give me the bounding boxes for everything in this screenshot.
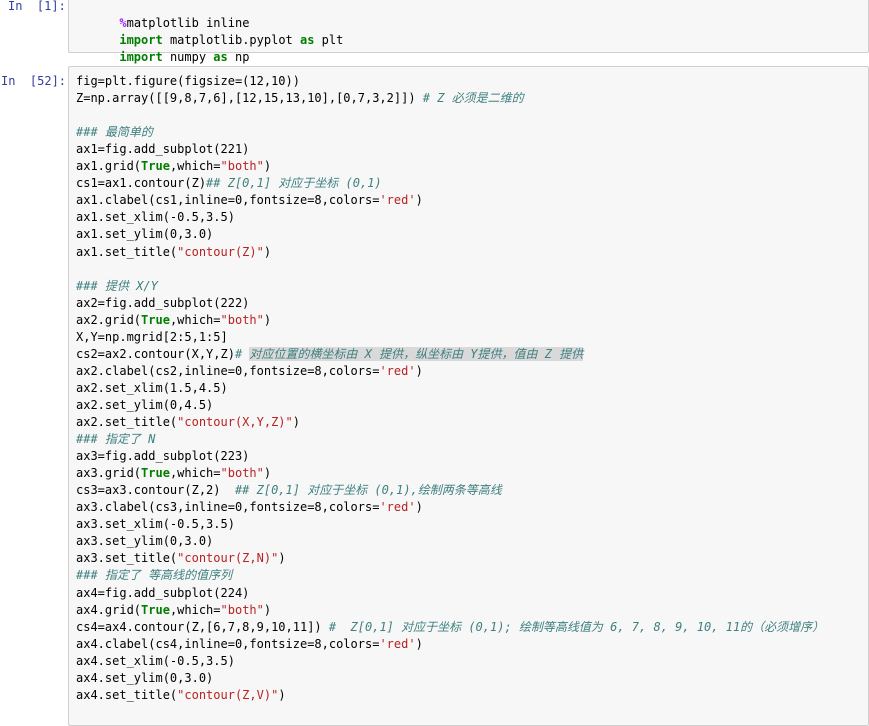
code-line: ax4.grid(True,which="both") [76, 602, 272, 617]
code-line: ax2.grid(True,which="both") [76, 312, 272, 327]
code-text: plt [314, 33, 344, 47]
code-line: ax2.set_ylim(0,4.5) [76, 397, 214, 412]
code-line: ax4.clabel(cs4,inline=0,fontsize=8,color… [76, 636, 423, 651]
code-line: Z=np.array([[9,8,7,6],[12,15,13,10],[0,7… [76, 91, 524, 106]
code-line: ax3=fig.add_subplot(223) [76, 449, 250, 464]
keyword: import [119, 50, 163, 64]
code-line: ax4.set_title("contour(Z,V)") [76, 687, 286, 702]
code-line: ax4.set_xlim(-0.5,3.5) [76, 653, 235, 668]
code-line: ax2.set_xlim(1.5,4.5) [76, 380, 228, 395]
code-line: ### 提供 X/Y [76, 278, 158, 293]
code-line: ax3.set_xlim(-0.5,3.5) [76, 517, 235, 532]
cell-1-input[interactable]: %matplotlib inline import matplotlib.pyp… [68, 0, 869, 64]
code-cell-2[interactable]: In [52]: fig=plt.figure(figsize=(12,10))… [0, 66, 869, 726]
code-line: fig=plt.figure(figsize=(12,10)) [76, 74, 300, 88]
code-line: cs3=ax3.contour(Z,2) ## Z[0,1] 对应于坐标 (0,… [76, 483, 502, 498]
code-text: np [227, 50, 250, 64]
code-line: cs4=ax4.contour(Z,[6,7,8,9,10,11]) # Z[0… [76, 619, 825, 634]
code-line: ax2=fig.add_subplot(222) [76, 295, 250, 310]
code-line: cs1=ax1.contour(Z)## Z[0,1] 对应于坐标 (0,1) [76, 176, 382, 191]
keyword: as [300, 33, 315, 47]
code-line: ax3.grid(True,which="both") [76, 466, 272, 481]
code-line: ax3.set_title("contour(Z,N)") [76, 551, 286, 566]
code-line: cs2=ax2.contour(X,Y,Z)# 对应位置的横坐标由 X 提供，纵… [76, 346, 584, 361]
code-line: ax2.set_title("contour(X,Y,Z)") [76, 415, 300, 429]
code-line: ax1.clabel(cs1,inline=0,fontsize=8,color… [76, 193, 423, 208]
cell-2-prompt: In [52]: [1, 74, 67, 88]
cell-1-prompt: In [1]: [8, 0, 66, 13]
code-line: ax1.set_xlim(-0.5,3.5) [76, 210, 235, 225]
code-line: ### 指定了 等高线的值序列 [76, 568, 233, 583]
code-cell-1[interactable]: In [1]: %matplotlib inline import matplo… [0, 0, 869, 64]
code-line: ax4=fig.add_subplot(224) [76, 585, 250, 600]
code-line: import numpy as np [76, 32, 249, 64]
code-line: ax1.grid(True,which="both") [76, 159, 272, 174]
cell-2-input[interactable]: fig=plt.figure(figsize=(12,10)) Z=np.arra… [68, 66, 869, 726]
code-text: numpy [162, 50, 214, 64]
code-line: ax2.clabel(cs2,inline=0,fontsize=8,color… [76, 363, 423, 378]
code-line: ax4.set_ylim(0,3.0) [76, 670, 214, 685]
keyword: as [213, 50, 228, 64]
code-line: %matplotlib inline [76, 0, 249, 30]
code-line: ax1=fig.add_subplot(221) [76, 142, 250, 157]
code-line: import matplotlib.pyplot as plt [76, 15, 343, 47]
code-line: ### 指定了 N [76, 432, 156, 447]
code-line: ax3.clabel(cs3,inline=0,fontsize=8,color… [76, 500, 423, 515]
code-line: X,Y=np.mgrid[2:5,1:5] [76, 329, 228, 344]
code-line: ax3.set_ylim(0,3.0) [76, 534, 214, 549]
code-line: ax1.set_ylim(0,3.0) [76, 227, 214, 242]
code-line: ax1.set_title("contour(Z)") [76, 244, 272, 259]
code-line: ### 最简单的 [76, 125, 153, 140]
